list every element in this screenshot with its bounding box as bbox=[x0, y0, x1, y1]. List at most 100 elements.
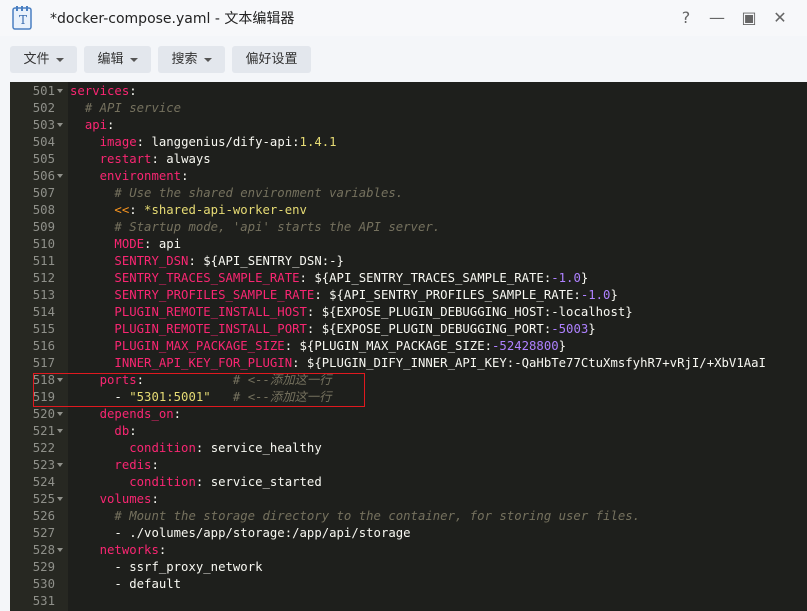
code-line[interactable]: 505 restart: always bbox=[10, 151, 807, 168]
code-line[interactable]: 508 <<: *shared-api-worker-env bbox=[10, 202, 807, 219]
code-line[interactable]: 525 volumes: bbox=[10, 491, 807, 508]
code-editor[interactable]: 501 services: 502 # API service 503 api: 504… bbox=[10, 82, 807, 611]
line-number: 511 bbox=[32, 254, 55, 268]
fold-arrow-icon[interactable] bbox=[57, 429, 63, 433]
code-token: langgenius/dify-api bbox=[151, 135, 293, 149]
fold-arrow-icon[interactable] bbox=[57, 123, 63, 127]
code-line[interactable]: 509 # Startup mode, 'api' starts the API… bbox=[10, 219, 807, 236]
line-number: 504 bbox=[32, 135, 55, 149]
help-icon[interactable]: ? bbox=[674, 6, 698, 30]
code-line[interactable]: 529 - ssrf_proxy_network bbox=[10, 559, 807, 576]
code-line[interactable]: 504 image: langgenius/dify-api:1.4.1 bbox=[10, 134, 807, 151]
code-line[interactable]: 531 bbox=[10, 593, 807, 610]
fold-arrow-icon[interactable] bbox=[57, 548, 63, 552]
search-menu-button[interactable]: 搜索 bbox=[158, 46, 225, 73]
code-text: condition: service_started bbox=[70, 474, 322, 491]
edit-menu-button[interactable]: 编辑 bbox=[84, 46, 151, 73]
code-line[interactable]: 523 redis: bbox=[10, 457, 807, 474]
fold-arrow-icon[interactable] bbox=[57, 174, 63, 178]
code-token: - bbox=[70, 560, 130, 574]
maximize-icon[interactable]: ▣ bbox=[737, 6, 761, 30]
code-text: - ssrf_proxy_network bbox=[70, 559, 262, 576]
code-text: SENTRY_PROFILES_SAMPLE_RATE: ${API_SENTR… bbox=[70, 287, 618, 304]
code-line[interactable]: 502 # API service bbox=[10, 100, 807, 117]
code-token: : bbox=[173, 407, 182, 421]
line-number: 509 bbox=[32, 220, 55, 234]
code-token: : bbox=[195, 441, 211, 455]
code-line[interactable]: 512 SENTRY_TRACES_SAMPLE_RATE: ${API_SEN… bbox=[10, 270, 807, 287]
code-token: SENTRY_DSN bbox=[114, 254, 189, 268]
code-token: PLUGIN_REMOTE_INSTALL_HOST bbox=[114, 305, 307, 319]
line-number: 507 bbox=[32, 186, 55, 200]
code-token: : bbox=[188, 254, 204, 268]
code-line[interactable]: 515 PLUGIN_REMOTE_INSTALL_PORT: ${EXPOSE… bbox=[10, 321, 807, 338]
code-token: : bbox=[195, 475, 211, 489]
code-token: : bbox=[107, 118, 115, 132]
code-line[interactable]: 521 db: bbox=[10, 423, 807, 440]
close-icon[interactable]: ✕ bbox=[768, 6, 792, 30]
code-token: } bbox=[610, 288, 618, 302]
code-token: default bbox=[129, 577, 182, 591]
fold-arrow-icon[interactable] bbox=[57, 497, 63, 501]
code-token: - bbox=[70, 577, 130, 591]
fold-arrow-icon[interactable] bbox=[57, 463, 63, 467]
fold-arrow-icon[interactable] bbox=[57, 412, 63, 416]
code-line[interactable]: 510 MODE: api bbox=[10, 236, 807, 253]
fold-arrow-icon[interactable] bbox=[57, 89, 63, 93]
code-text: PLUGIN_REMOTE_INSTALL_HOST: ${EXPOSE_PLU… bbox=[70, 304, 632, 321]
code-line[interactable]: 520 depends_on: bbox=[10, 406, 807, 423]
code-token: : bbox=[181, 169, 189, 183]
code-token: -5003 bbox=[551, 322, 589, 336]
code-text: - default bbox=[70, 576, 181, 593]
code-text: environment: bbox=[70, 168, 189, 185]
code-token: << bbox=[114, 203, 130, 217]
preferences-button[interactable]: 偏好设置 bbox=[232, 46, 311, 73]
code-token: ${API_SENTRY_PROFILES_SAMPLE_RATE: bbox=[329, 288, 581, 302]
code-token: condition bbox=[129, 441, 196, 455]
code-token: INNER_API_KEY_FOR_PLUGIN bbox=[114, 356, 293, 370]
code-token: : bbox=[158, 543, 167, 557]
code-line[interactable]: 507 # Use the shared environment variabl… bbox=[10, 185, 807, 202]
code-token: db bbox=[114, 424, 130, 438]
code-token: # Startup mode, 'api' starts the API ser… bbox=[114, 220, 441, 234]
code-token: image bbox=[99, 135, 137, 149]
chevron-down-icon bbox=[55, 57, 64, 62]
code-line[interactable]: 522 condition: service_healthy bbox=[10, 440, 807, 457]
minimize-icon[interactable]: — bbox=[705, 6, 729, 30]
code-token: : bbox=[129, 203, 145, 217]
highlight-box bbox=[33, 373, 365, 407]
code-text: networks: bbox=[70, 542, 167, 559]
code-line[interactable]: 524 condition: service_started bbox=[10, 474, 807, 491]
code-line[interactable]: 511 SENTRY_DSN: ${API_SENTRY_DSN:-} bbox=[10, 253, 807, 270]
code-line[interactable]: 513 SENTRY_PROFILES_SAMPLE_RATE: ${API_S… bbox=[10, 287, 807, 304]
code-token: PLUGIN_REMOTE_INSTALL_PORT bbox=[114, 322, 307, 336]
code-line[interactable]: 530 - default bbox=[10, 576, 807, 593]
code-line[interactable]: 506 environment: bbox=[10, 168, 807, 185]
line-number: 514 bbox=[32, 305, 55, 319]
file-menu-button[interactable]: 文件 bbox=[10, 46, 77, 73]
code-line[interactable]: 516 PLUGIN_MAX_PACKAGE_SIZE: ${PLUGIN_MA… bbox=[10, 338, 807, 355]
code-line[interactable]: 527 - ./volumes/app/storage:/app/api/sto… bbox=[10, 525, 807, 542]
code-text: # Use the shared environment variables. bbox=[70, 185, 403, 202]
code-line[interactable]: 503 api: bbox=[10, 117, 807, 134]
code-line[interactable]: 526 # Mount the storage directory to the… bbox=[10, 508, 807, 525]
code-text: # Startup mode, 'api' starts the API ser… bbox=[70, 219, 440, 236]
code-line[interactable]: 517 INNER_API_KEY_FOR_PLUGIN: ${PLUGIN_D… bbox=[10, 355, 807, 372]
code-line[interactable]: 514 PLUGIN_REMOTE_INSTALL_HOST: ${EXPOSE… bbox=[10, 304, 807, 321]
code-line[interactable]: 501 services: bbox=[10, 83, 807, 100]
code-token: } bbox=[580, 271, 589, 285]
code-line[interactable]: 528 networks: bbox=[10, 542, 807, 559]
line-number: 517 bbox=[32, 356, 55, 370]
line-number: 501 bbox=[32, 84, 55, 98]
code-token: ${EXPOSE_PLUGIN_DEBUGGING_PORT: bbox=[321, 322, 552, 336]
code-text: volumes: bbox=[70, 491, 159, 508]
code-token: : bbox=[292, 356, 307, 370]
line-number: 527 bbox=[32, 526, 55, 540]
